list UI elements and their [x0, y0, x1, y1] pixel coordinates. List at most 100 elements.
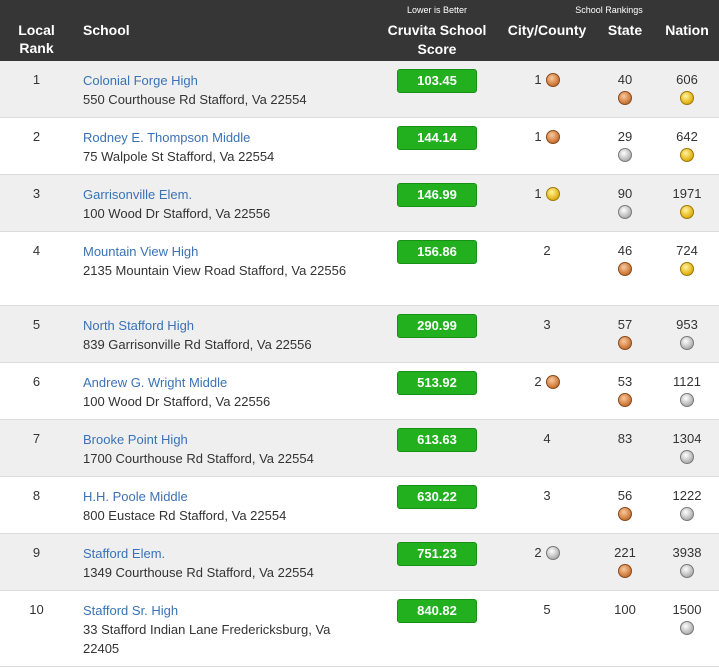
school-rankings-header: School Rankings City/County State Nation	[499, 0, 719, 61]
state-rank: 56	[617, 488, 633, 503]
table-header-row: Local Rank School Lower is Better Cruvit…	[0, 0, 719, 61]
school-name-link[interactable]: Stafford Sr. High	[83, 601, 365, 620]
nation-rank: 1500	[672, 602, 702, 617]
nation-silver-medal-icon	[680, 336, 694, 350]
score-badge: 513.92	[397, 371, 477, 395]
score-cell: 513.92	[375, 363, 499, 420]
state-rank-cell: 221	[595, 534, 655, 578]
local-rank: 1	[32, 72, 41, 87]
score-badge: 290.99	[397, 314, 477, 338]
state-bronze-medal-icon	[618, 507, 632, 521]
local-rank-header: Local Rank	[0, 0, 73, 61]
table-row: 9 Stafford Elem. 1349 Courthouse Rd Staf…	[0, 533, 719, 591]
city-county-rank-cell: 4	[499, 420, 595, 464]
local-rank: 6	[32, 374, 41, 389]
city-bronze-medal-icon	[545, 72, 560, 87]
school-name-link[interactable]: Stafford Elem.	[83, 544, 365, 563]
city-county-rank: 1	[534, 186, 542, 201]
score-header: Lower is Better Cruvita School Score	[375, 0, 499, 61]
rankings-cell: 5 100 1500	[499, 591, 719, 667]
city-county-rank-cell: 5	[499, 591, 595, 635]
lower-is-better-note: Lower is Better	[406, 5, 468, 15]
city-county-rank-cell: 1	[499, 175, 595, 219]
nation-gold-medal-icon	[680, 205, 694, 219]
school-name-link[interactable]: H.H. Poole Middle	[83, 487, 365, 506]
school-name-link[interactable]: Brooke Point High	[83, 430, 365, 449]
table-row: 1 Colonial Forge High 550 Courthouse Rd …	[0, 61, 719, 118]
score-badge: 144.14	[397, 126, 477, 150]
nation-rank-cell: 1971	[655, 175, 719, 219]
school-name-link[interactable]: Rodney E. Thompson Middle	[83, 128, 365, 147]
school-header: School	[73, 0, 375, 61]
city-county-rank-cell: 2	[499, 232, 595, 276]
city-county-rank: 5	[543, 602, 551, 617]
school-name-link[interactable]: Garrisonville Elem.	[83, 185, 365, 204]
nation-rank-cell: 606	[655, 61, 719, 105]
nation-rank: 1971	[672, 186, 702, 201]
state-rank: 90	[617, 186, 633, 201]
city-silver-medal-icon	[545, 545, 560, 560]
school-cell: Garrisonville Elem. 100 Wood Dr Stafford…	[73, 175, 375, 232]
local-rank: 8	[32, 488, 41, 503]
table-row: 4 Mountain View High 2135 Mountain View …	[0, 231, 719, 306]
school-address: 1349 Courthouse Rd Stafford, Va 22554	[83, 565, 314, 580]
state-rank: 53	[617, 374, 633, 389]
school-name-link[interactable]: Andrew G. Wright Middle	[83, 373, 365, 392]
state-rank: 100	[614, 602, 636, 617]
table-row: 6 Andrew G. Wright Middle 100 Wood Dr St…	[0, 362, 719, 420]
school-name-link[interactable]: Mountain View High	[83, 242, 365, 261]
state-bronze-medal-icon	[618, 336, 632, 350]
school-address: 33 Stafford Indian Lane Fredericksburg, …	[83, 622, 331, 656]
school-cell: Stafford Sr. High 33 Stafford Indian Lan…	[73, 591, 375, 667]
nation-rank-cell: 1222	[655, 477, 719, 521]
rankings-cell: 1 40 606	[499, 61, 719, 118]
city-bronze-medal-icon	[545, 374, 560, 389]
local-rank: 9	[32, 545, 41, 560]
rankings-cell: 2 53 1121	[499, 363, 719, 420]
rankings-cell: 4 83 1304	[499, 420, 719, 477]
city-county-rank: 1	[534, 72, 542, 87]
nation-gold-medal-icon	[680, 262, 694, 276]
score-badge: 103.45	[397, 69, 477, 93]
rankings-cell: 1 90 1971	[499, 175, 719, 232]
state-rank-cell: 90	[595, 175, 655, 219]
score-badge: 840.82	[397, 599, 477, 623]
local-rank: 7	[32, 431, 41, 446]
state-rank: 57	[617, 317, 633, 332]
nation-silver-medal-icon	[680, 621, 694, 635]
score-cell: 156.86	[375, 232, 499, 306]
city-county-rank-cell: 1	[499, 118, 595, 162]
city-county-rank-cell: 3	[499, 477, 595, 521]
local-rank: 4	[32, 243, 41, 258]
local-rank: 5	[32, 317, 41, 332]
state-rank: 83	[617, 431, 633, 446]
state-bronze-medal-icon	[618, 91, 632, 105]
school-cell: North Stafford High 839 Garrisonville Rd…	[73, 306, 375, 363]
nation-rank: 1304	[672, 431, 702, 446]
state-header: State	[607, 22, 643, 38]
state-rank-cell: 56	[595, 477, 655, 521]
city-county-header: City/County	[507, 22, 587, 38]
table-row: 10 Stafford Sr. High 33 Stafford Indian …	[0, 590, 719, 667]
state-rank-cell: 46	[595, 232, 655, 276]
table-row: 5 North Stafford High 839 Garrisonville …	[0, 305, 719, 363]
state-silver-medal-icon	[618, 205, 632, 219]
state-rank-cell: 40	[595, 61, 655, 105]
score-badge: 146.99	[397, 183, 477, 207]
school-address: 2135 Mountain View Road Stafford, Va 225…	[83, 263, 347, 278]
school-name-link[interactable]: North Stafford High	[83, 316, 365, 335]
nation-gold-medal-icon	[680, 91, 694, 105]
score-header-label: Cruvita School Score	[387, 22, 487, 57]
rankings-cell: 1 29 642	[499, 118, 719, 175]
city-county-rank: 2	[534, 545, 542, 560]
state-bronze-medal-icon	[618, 262, 632, 276]
school-address: 1700 Courthouse Rd Stafford, Va 22554	[83, 451, 314, 466]
nation-silver-medal-icon	[680, 393, 694, 407]
school-name-link[interactable]: Colonial Forge High	[83, 71, 365, 90]
score-badge: 630.22	[397, 485, 477, 509]
score-cell: 103.45	[375, 61, 499, 118]
rankings-cell: 3 57 953	[499, 306, 719, 363]
table-row: 2 Rodney E. Thompson Middle 75 Walpole S…	[0, 117, 719, 175]
state-rank-cell: 100	[595, 591, 655, 635]
nation-rank: 606	[676, 72, 698, 87]
